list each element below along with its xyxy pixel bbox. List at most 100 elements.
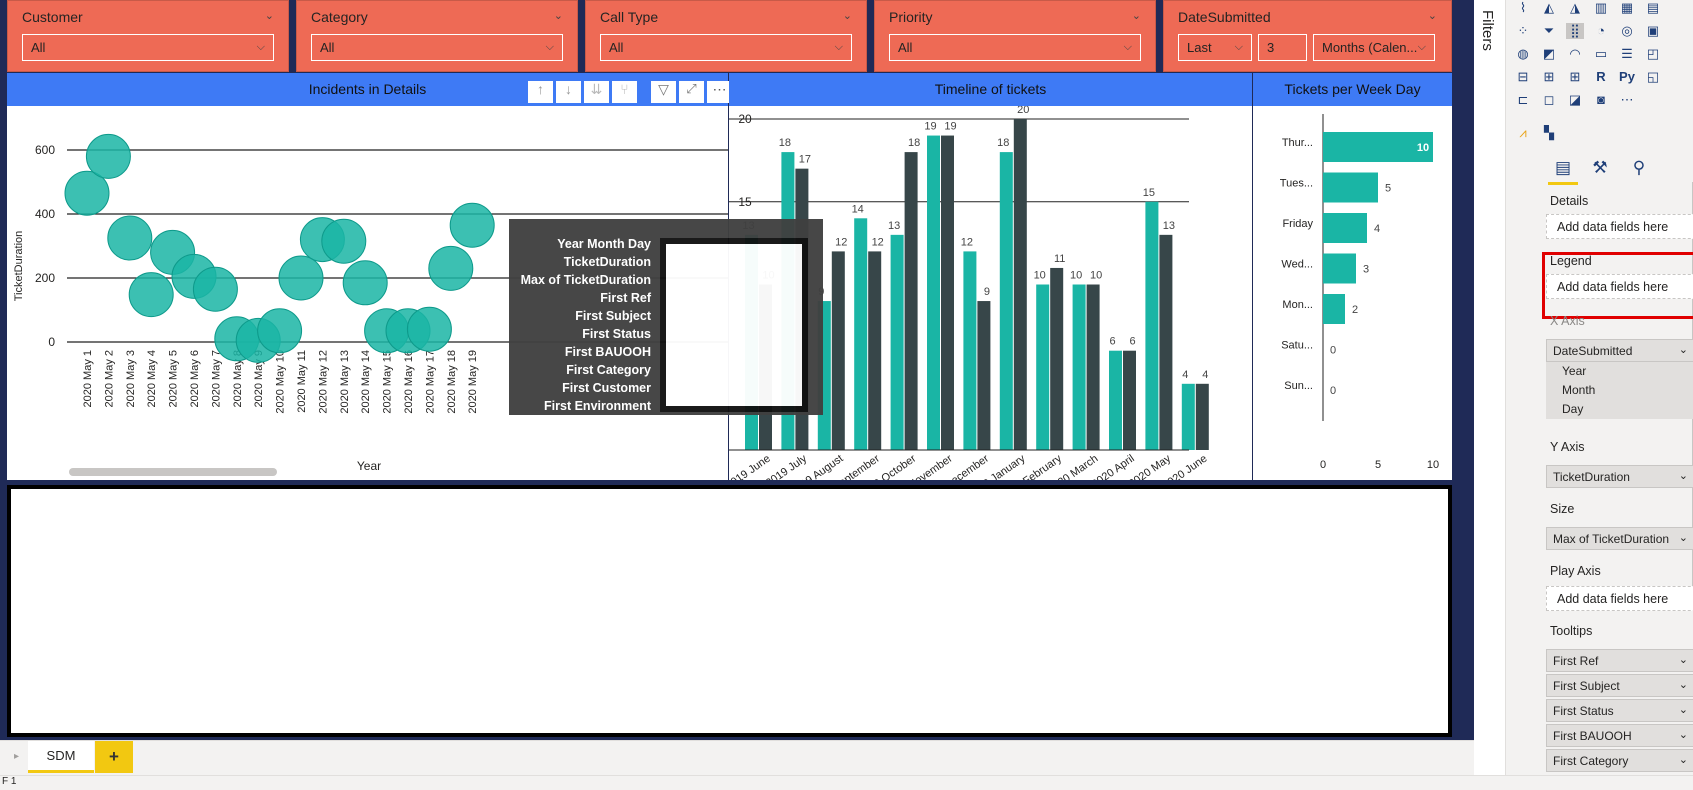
count-value: 3 [1267,40,1275,55]
fields-tab-icon[interactable]: ▤ [1554,159,1572,176]
tooltip-field[interactable]: First BAUOOH⌄✕ [1546,724,1693,747]
slicer-dropdown[interactable]: All ⌵ [311,34,563,61]
data-label: 4 [1202,369,1208,381]
tooltip-field[interactable]: First Ref⌄✕ [1546,649,1693,672]
chevron-down-icon[interactable]: ⌄ [1679,343,1688,356]
python-visual-icon[interactable]: Py [1618,69,1636,85]
chevron-down-icon[interactable]: ⌄ [1679,728,1688,741]
tooltip-field[interactable]: First Category⌄✕ [1546,749,1693,772]
chevron-down-icon[interactable]: ⌄ [1132,9,1141,25]
tooltip-field[interactable]: First Subject⌄✕ [1546,674,1693,697]
qna-icon[interactable]: ◻ [1540,92,1558,108]
map-icon[interactable]: ◍ [1514,46,1532,62]
legend-well[interactable]: Add data fields here [1546,274,1693,299]
x-tick-label: 2019 June [729,453,773,480]
go-to-next-level-icon[interactable]: ⇊ [584,81,609,103]
key-influencers-icon[interactable]: ◱ [1644,69,1662,85]
x-axis-level[interactable]: Day✕ [1546,400,1693,419]
chevron-down-icon[interactable]: ⌄ [1679,703,1688,716]
empty-visual[interactable] [7,485,1452,737]
x-tick-label: 2020 May 11 [296,350,308,413]
tab-scroll-left-icon[interactable]: ▸ [14,751,19,762]
area-chart-icon[interactable]: ◭ [1540,0,1558,16]
well-label-x-axis: X Axis [1550,314,1585,328]
slicer-dropdown[interactable]: All ⌵ [600,34,852,61]
pie-chart-icon[interactable]: ◔ [1592,23,1610,39]
donut-chart-icon[interactable]: ◎ [1618,23,1636,39]
drill-down-icon[interactable]: ↓ [556,81,581,103]
r-visual-icon[interactable]: R [1592,69,1610,85]
format-paint-roller-icon[interactable]: ⚒ [1591,159,1609,176]
y-axis-field[interactable]: TicketDuration⌄✕ [1546,465,1693,488]
analytics-magnifier-icon[interactable]: ⚲ [1630,159,1648,176]
chevron-down-icon[interactable]: ⌄ [1679,678,1688,691]
analytics-chart-icon[interactable]: ⩘ [1514,125,1532,141]
slicer-customer[interactable]: Customer ⌄ All ⌵ [7,0,289,72]
card-icon[interactable]: ▭ [1592,46,1610,62]
slicer-category[interactable]: Category ⌄ All ⌵ [296,0,578,72]
tooltip-field[interactable]: First Status⌄✕ [1546,699,1693,722]
ribbon-chart-icon[interactable]: ▦ [1618,0,1636,16]
x-axis-field[interactable]: DateSubmitted⌄✕ [1546,339,1693,362]
details-well[interactable]: Add data fields here [1546,214,1693,239]
bar [904,152,918,450]
drill-up-icon[interactable]: ↑ [528,81,553,103]
tooltip-values-box [660,238,808,412]
visualizations-pane: ⌇ ◭ ◮ ▥ ▦ ▤ ⁘ ⏷ ⣿ ◔ ◎ ▣ ◍ ◩ ◠ ▭ ☰ ◰ ⊟ ⊞ … [1506,0,1693,775]
waterfall-icon[interactable]: ▤ [1644,0,1662,16]
chevron-down-icon[interactable]: ⌄ [265,9,274,25]
smart-narrative-icon[interactable]: ◪ [1566,92,1584,108]
chevron-down-icon[interactable]: ⌄ [1679,531,1688,544]
weekday-visual[interactable]: Tickets per Week Day 0 5 10 Thur... 10 Tues..… [1253,73,1452,480]
scatter-chart-icon[interactable]: ⣿ [1566,23,1584,39]
tab-sdm[interactable]: SDM [28,741,94,773]
combo-chart-icon[interactable]: ▥ [1592,0,1610,16]
slicer-dropdown[interactable]: All ⌵ [22,34,274,61]
treemap-icon[interactable]: ▣ [1644,23,1662,39]
matrix-icon[interactable]: ⊞ [1566,69,1584,85]
chevron-down-icon: ⌵ [1123,41,1132,53]
slicer-icon[interactable]: ⊟ [1514,69,1532,85]
decomposition-tree-icon[interactable]: ⊏ [1514,92,1532,108]
expand-hierarchy-icon[interactable]: ⑂ [612,81,637,103]
size-field[interactable]: Max of TicketDuration⌄✕ [1546,527,1693,550]
x-axis-level[interactable]: Month✕ [1546,381,1693,400]
weekday-bar-chart[interactable]: 0 5 10 Thur... 10 Tues... 5 Friday 4 Wed... 3 Mon..… [1253,106,1452,480]
funnel-icon[interactable]: ⏷ [1540,23,1558,39]
table-icon[interactable]: ⊞ [1540,69,1558,85]
focus-mode-icon[interactable]: ⤢ [679,81,704,103]
chevron-down-icon[interactable]: ⌄ [1679,469,1688,482]
add-page-button[interactable]: + [95,741,133,773]
filter-icon[interactable]: ▽ [651,81,676,103]
horizontal-scrollbar[interactable] [69,468,277,476]
paginated-icon[interactable]: ◙ [1592,92,1610,108]
chevron-down-icon[interactable]: ⌄ [1428,9,1437,25]
chevron-down-icon[interactable]: ⌄ [554,9,563,25]
scatter-icon[interactable]: ⁘ [1514,23,1532,39]
filled-map-icon[interactable]: ◩ [1540,46,1558,62]
slicer-date-submitted[interactable]: DateSubmitted ⌄ Last ⌵ 3 Months (Calen... ⌵ [1163,0,1452,72]
slicer-priority[interactable]: Priority ⌄ All ⌵ [874,0,1156,72]
gauge-icon[interactable]: ◠ [1566,46,1584,62]
more-visuals-icon[interactable]: ⋯ [1618,92,1636,108]
slicer-call-type[interactable]: Call Type ⌄ All ⌵ [585,0,867,72]
bubble [192,266,238,312]
period-dropdown[interactable]: Last ⌵ [1178,34,1252,61]
slicer-dropdown[interactable]: All ⌵ [889,34,1141,61]
x-axis-level[interactable]: Year✕ [1546,362,1693,381]
level-name: Month [1562,383,1596,397]
play-axis-well[interactable]: Add data fields here [1546,586,1693,611]
apps-icon[interactable]: ▚ [1540,125,1558,141]
count-input[interactable]: 3 [1258,34,1307,61]
chevron-down-icon[interactable]: ⌄ [843,9,852,25]
stacked-area-icon[interactable]: ◮ [1566,0,1584,16]
bar [868,251,882,450]
line-chart-icon[interactable]: ⌇ [1514,0,1532,16]
chevron-down-icon[interactable]: ⌄ [1679,753,1688,766]
kpi-icon[interactable]: ◰ [1644,46,1662,62]
unit-dropdown[interactable]: Months (Calen... ⌵ [1313,34,1435,61]
filters-pane-collapsed[interactable]: Filters [1474,0,1506,775]
chevron-down-icon[interactable]: ⌄ [1679,653,1688,666]
multi-row-card-icon[interactable]: ☰ [1618,46,1636,62]
field-name: First BAUOOH [1553,729,1632,743]
